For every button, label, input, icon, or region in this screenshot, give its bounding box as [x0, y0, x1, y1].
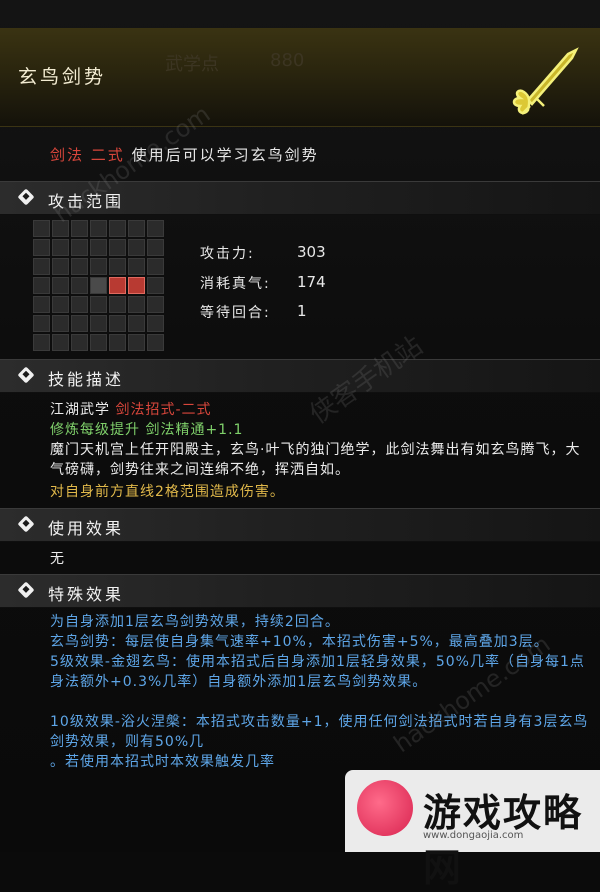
skill-title: 玄鸟剑势	[18, 66, 107, 88]
stat-value: 303	[297, 243, 326, 261]
grid-cell	[147, 239, 164, 256]
diamond-icon	[17, 366, 35, 384]
section-special-effect: 特殊效果	[0, 574, 600, 608]
section-heading: 特殊效果	[48, 585, 125, 604]
grid-cell	[52, 239, 69, 256]
grid-cell	[128, 220, 145, 237]
grid-cell	[109, 334, 126, 351]
section-use-effect: 使用效果	[0, 508, 600, 542]
grid-cell	[52, 315, 69, 332]
diamond-icon	[17, 581, 35, 599]
grid-cell	[52, 258, 69, 275]
grid-cell	[109, 239, 126, 256]
special-line: 为自身添加1层玄鸟剑势效果，持续2回合。	[50, 614, 340, 630]
skill-type: 剑法招式-二式	[115, 402, 212, 418]
grid-cell	[109, 315, 126, 332]
grid-cell	[147, 296, 164, 313]
grid-cell	[33, 220, 50, 237]
grid-cell	[128, 315, 145, 332]
grid-cell	[71, 296, 88, 313]
section-skill-desc: 技能描述	[0, 359, 600, 393]
grid-cell	[52, 334, 69, 351]
special-effect-text: 为自身添加1层玄鸟剑势效果，持续2回合。 玄鸟剑势：每层使自身集气速率+10%，…	[50, 612, 595, 772]
grid-cell	[71, 258, 88, 275]
diamond-icon	[17, 515, 35, 533]
stat-value: 1	[297, 302, 307, 320]
grid-cell	[109, 258, 126, 275]
heart-icon	[357, 780, 413, 836]
grid-cell	[90, 334, 107, 351]
grid-cell	[128, 296, 145, 313]
grid-cell	[90, 220, 107, 237]
skill-panel: 武学点 880 玄鸟剑势 剑法 二式 使用后可以学习玄鸟剑势 金 钱 1624 …	[0, 0, 600, 890]
grid-cell	[90, 296, 107, 313]
sword-icon	[512, 47, 579, 115]
skill-effect: 对自身前方直线2格范围造成伤害。	[50, 484, 285, 500]
grid-cell	[71, 315, 88, 332]
bg-stat-value: 880	[270, 50, 305, 71]
grid-cell	[33, 258, 50, 275]
logo-url: www.dongaojia.com	[423, 830, 524, 841]
stat-label: 攻击力:	[200, 246, 255, 262]
stat-value: 174	[297, 273, 326, 291]
grid-cell	[90, 315, 107, 332]
stat-label: 消耗真气:	[200, 276, 271, 292]
section-heading: 使用效果	[48, 519, 125, 538]
grid-cell	[71, 334, 88, 351]
stat-wait-turns: 等待回合: 1	[200, 302, 307, 322]
grid-cell	[52, 277, 69, 294]
range-grid	[33, 220, 164, 351]
watermark-logo: 游戏攻略网 www.dongaojia.com	[345, 770, 600, 890]
special-line: 10级效果-浴火涅槃：本招式攻击数量+1，使用任何剑法招式时若自身有3层玄鸟剑势…	[50, 714, 589, 750]
grid-cell	[147, 220, 164, 237]
grid-cell	[33, 239, 50, 256]
grid-cell	[71, 239, 88, 256]
skill-school: 江湖武学	[50, 402, 110, 418]
section-heading: 技能描述	[48, 370, 125, 389]
grid-cell-hit	[109, 277, 126, 294]
grid-cell	[147, 334, 164, 351]
grid-cell	[33, 315, 50, 332]
grid-cell	[128, 334, 145, 351]
bg-stat-label: 武学点	[165, 54, 219, 75]
skill-subtitle: 剑法 二式 使用后可以学习玄鸟剑势	[50, 144, 319, 165]
grid-cell	[71, 220, 88, 237]
grid-cell	[128, 239, 145, 256]
special-line: 。若使用本招式时本效果触发几率	[50, 754, 275, 770]
use-effect-value: 无	[50, 551, 65, 567]
grid-cell	[147, 315, 164, 332]
diamond-icon	[17, 188, 35, 206]
grid-cell-self	[90, 277, 107, 294]
stat-qi-cost: 消耗真气: 174	[200, 273, 326, 293]
stat-label: 等待回合:	[200, 305, 271, 321]
skill-lore: 魔门天机宫上任开阳殿主，玄鸟·叶飞的独门绝学，此剑法舞出有如玄鸟腾飞，大气磅礴，…	[50, 442, 581, 478]
grid-cell	[33, 277, 50, 294]
grid-cell	[109, 220, 126, 237]
grid-cell	[109, 296, 126, 313]
grid-cell	[147, 258, 164, 275]
grid-cell	[33, 296, 50, 313]
stat-attack: 攻击力: 303	[200, 243, 326, 263]
grid-cell	[71, 277, 88, 294]
grid-cell	[90, 239, 107, 256]
special-line	[50, 692, 595, 712]
grid-cell	[128, 258, 145, 275]
grid-cell	[147, 277, 164, 294]
grid-cell	[33, 334, 50, 351]
grid-cell	[90, 258, 107, 275]
grid-cell-hit	[128, 277, 145, 294]
grid-cell	[52, 296, 69, 313]
